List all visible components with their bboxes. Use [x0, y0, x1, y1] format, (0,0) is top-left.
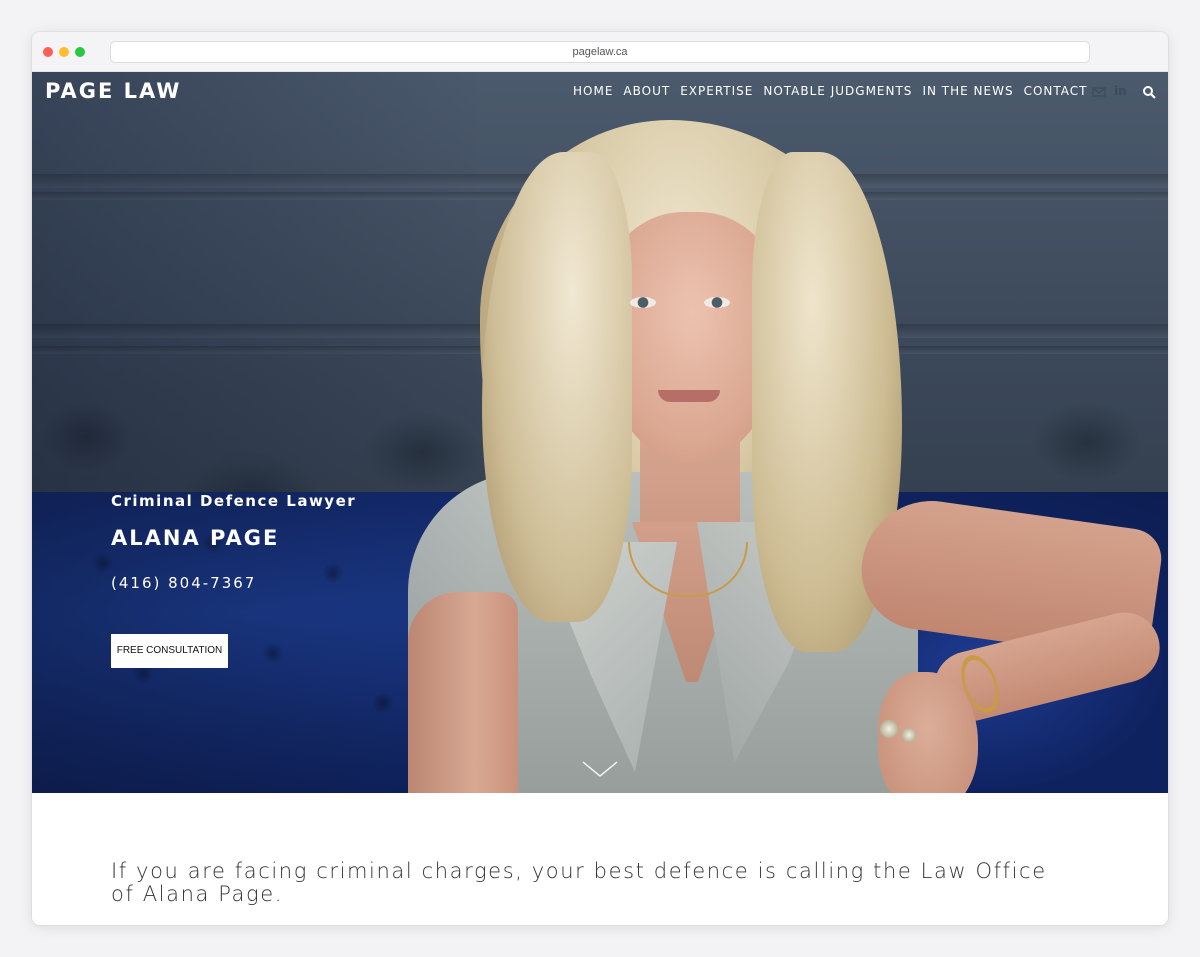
- nav-home[interactable]: HOME: [573, 84, 613, 98]
- nav-expertise[interactable]: EXPERTISE: [680, 84, 753, 98]
- site-logo[interactable]: PAGE LAW: [45, 79, 181, 103]
- hero-section: [32, 72, 1168, 793]
- site-header: PAGE LAW HOME ABOUT EXPERTISE NOTABLE JU…: [32, 72, 1168, 112]
- browser-chrome: pagelaw.ca: [32, 32, 1168, 72]
- hero-name: ALANA PAGE: [111, 526, 280, 550]
- nav-about[interactable]: ABOUT: [623, 84, 670, 98]
- intro-text: If you are facing criminal charges, your…: [111, 859, 1047, 906]
- nav-contact[interactable]: CONTACT: [1024, 84, 1088, 98]
- nav-in-the-news[interactable]: IN THE NEWS: [922, 84, 1013, 98]
- search-icon[interactable]: [1142, 84, 1156, 99]
- intro-section: If you are facing criminal charges, your…: [32, 793, 1168, 925]
- nav-notable-judgments[interactable]: NOTABLE JUDGMENTS: [763, 84, 912, 98]
- main-nav: HOME ABOUT EXPERTISE NOTABLE JUDGMENTS I…: [573, 84, 1097, 98]
- maximize-window-button[interactable]: [75, 47, 85, 57]
- free-consultation-button[interactable]: FREE CONSULTATION: [111, 634, 228, 668]
- chevron-down-icon[interactable]: [582, 760, 618, 778]
- hero-phone[interactable]: (416) 804-7367: [111, 574, 256, 592]
- hero-subtitle: Criminal Defence Lawyer: [111, 492, 357, 510]
- close-window-button[interactable]: [43, 47, 53, 57]
- linkedin-icon[interactable]: in: [1114, 84, 1128, 98]
- minimize-window-button[interactable]: [59, 47, 69, 57]
- mail-icon[interactable]: [1092, 84, 1106, 98]
- address-bar[interactable]: pagelaw.ca: [110, 41, 1090, 63]
- browser-window: pagelaw.ca PAGE LAW HOME ABOUT EXPERTISE…: [32, 32, 1168, 925]
